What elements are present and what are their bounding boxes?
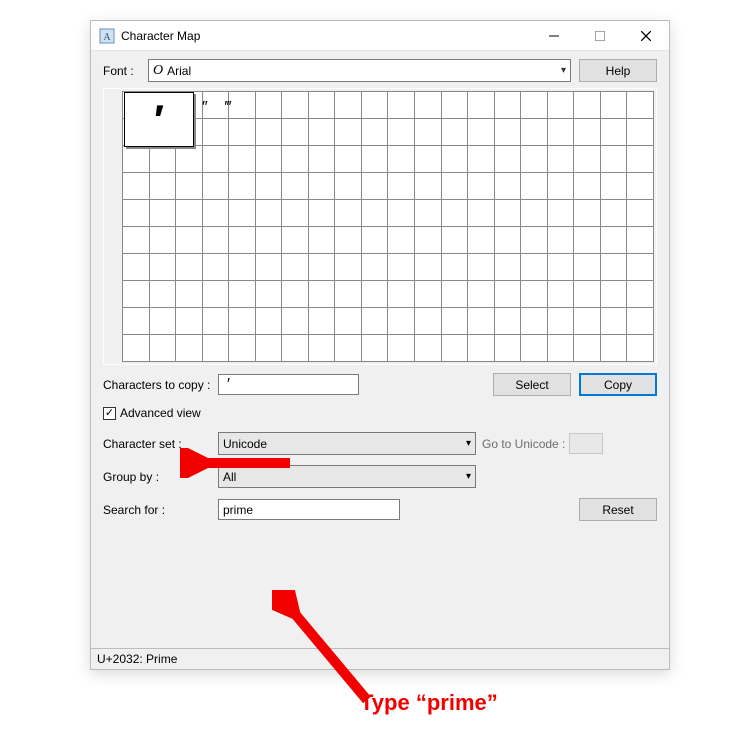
character-set-select[interactable]: Unicode ▾ <box>218 432 476 455</box>
font-preview-icon: O <box>153 63 163 79</box>
group-by-row: Group by : All ▾ <box>103 465 657 488</box>
goto-unicode-label: Go to Unicode : <box>482 437 565 451</box>
font-name: Arial <box>167 64 191 78</box>
characters-to-copy-row: Characters to copy : ′ Select Copy <box>103 373 657 396</box>
chevron-down-icon: ▾ <box>561 65 566 76</box>
chars-to-copy-value: ′ <box>227 376 230 394</box>
font-row: Font : O Arial ▾ Help <box>103 59 657 82</box>
character-set-label: Character set : <box>103 437 218 451</box>
chars-to-copy-label: Characters to copy : <box>103 378 218 392</box>
zoomed-character-preview[interactable]: ′ <box>124 92 194 147</box>
group-by-select[interactable]: All ▾ <box>218 465 476 488</box>
chars-to-copy-input[interactable]: ′ <box>218 374 359 395</box>
annotation-text: Type “prime” <box>360 690 498 716</box>
minimize-button[interactable] <box>531 21 577 50</box>
character-map-window: A Character Map Font : O Arial ▾ <box>90 20 670 670</box>
goto-unicode-input <box>569 433 603 454</box>
title-bar: A Character Map <box>91 21 669 51</box>
status-text: U+2032: Prime <box>97 652 177 666</box>
help-button-label: Help <box>606 64 631 78</box>
char-triple-prime[interactable]: ‴ <box>226 99 232 117</box>
character-grid[interactable] <box>122 91 654 362</box>
svg-text:A: A <box>103 32 111 43</box>
maximize-button[interactable] <box>577 21 623 50</box>
font-label: Font : <box>103 64 148 78</box>
search-label: Search for : <box>103 503 218 517</box>
font-select[interactable]: O Arial ▾ <box>148 59 571 82</box>
close-button[interactable] <box>623 21 669 50</box>
advanced-view-label: Advanced view <box>120 406 201 420</box>
char-double-prime[interactable]: ″ <box>202 99 208 117</box>
reset-button-label: Reset <box>602 503 633 517</box>
advanced-view-checkbox[interactable]: ✓ <box>103 407 116 420</box>
chevron-down-icon: ▾ <box>466 471 471 482</box>
group-by-value: All <box>223 470 236 484</box>
character-grid-frame: ′ ″ ‴ <box>103 88 657 365</box>
search-row: Search for : prime Reset <box>103 498 657 521</box>
search-value: prime <box>223 503 253 517</box>
status-bar: U+2032: Prime <box>91 648 669 669</box>
lower-panel: Characters to copy : ′ Select Copy ✓ Adv… <box>103 365 657 521</box>
adjacent-chars: ″ ‴ <box>202 99 231 117</box>
copy-button[interactable]: Copy <box>579 373 657 396</box>
search-input[interactable]: prime <box>218 499 400 520</box>
app-icon: A <box>99 28 115 44</box>
select-button-label: Select <box>515 378 548 392</box>
reset-button[interactable]: Reset <box>579 498 657 521</box>
advanced-view-row: ✓ Advanced view <box>103 406 657 420</box>
copy-button-label: Copy <box>604 378 632 392</box>
window-controls <box>531 21 669 50</box>
help-button[interactable]: Help <box>579 59 657 82</box>
group-by-label: Group by : <box>103 470 218 484</box>
content-area: Font : O Arial ▾ Help ′ ″ ‴ <box>91 51 669 535</box>
zoom-char: ′ <box>154 96 164 144</box>
character-set-value: Unicode <box>223 437 267 451</box>
window-title: Character Map <box>121 29 200 43</box>
select-button[interactable]: Select <box>493 373 571 396</box>
chevron-down-icon: ▾ <box>466 438 471 449</box>
character-set-row: Character set : Unicode ▾ Go to Unicode … <box>103 432 657 455</box>
